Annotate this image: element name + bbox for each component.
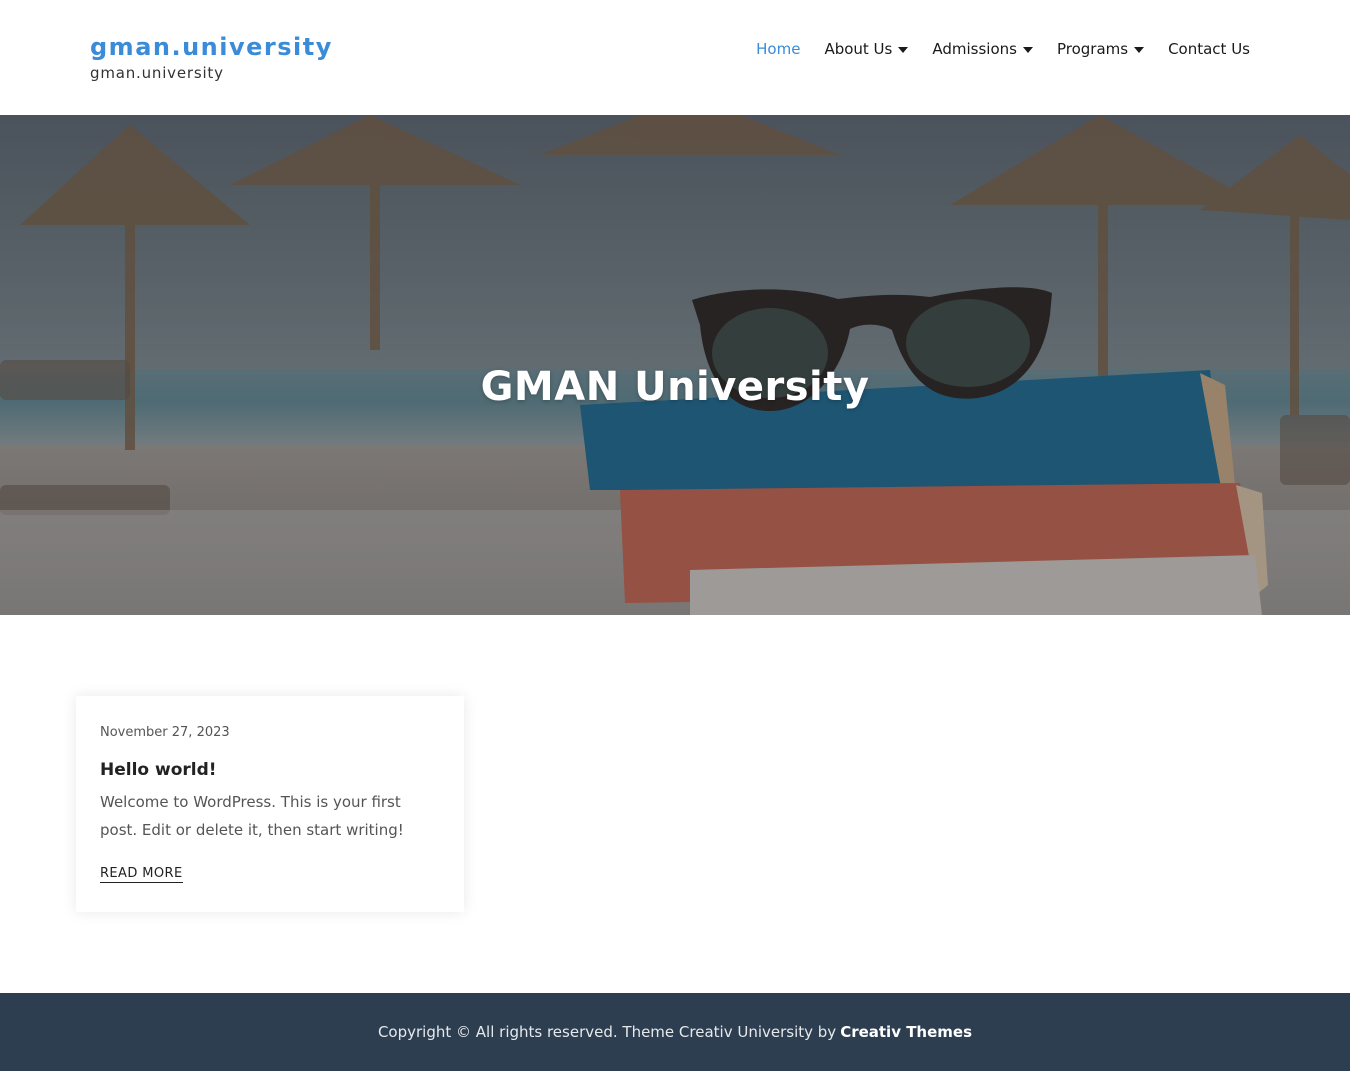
nav-item-admissions[interactable]: Admissions xyxy=(932,38,1033,60)
nav-item-label: Home xyxy=(756,40,801,58)
read-more-link[interactable]: READ MORE xyxy=(100,866,183,883)
post-title[interactable]: Hello world! xyxy=(100,760,440,780)
site-tagline: gman.university xyxy=(90,64,224,82)
primary-nav: Home About Us Admissions Programs Contac… xyxy=(756,38,1250,60)
caret-down-icon xyxy=(898,47,909,53)
site-branding: gman.university gman.university xyxy=(90,32,333,82)
footer-theme-link[interactable]: Creativ Themes xyxy=(840,1023,972,1041)
nav-item-label: Contact Us xyxy=(1168,40,1250,58)
nav-item-label: Programs xyxy=(1056,40,1129,58)
main-content: November 27, 2023 Hello world! Welcome t… xyxy=(0,615,1350,993)
nav-item-home[interactable]: Home xyxy=(756,38,800,60)
post-excerpt: Welcome to WordPress. This is your first… xyxy=(100,793,404,839)
hero-banner: GMAN University xyxy=(0,115,1350,615)
nav-item-label: Admissions xyxy=(932,40,1017,58)
caret-down-icon xyxy=(1134,47,1145,53)
footer-copyright: Copyright © All rights reserved. Theme C… xyxy=(377,1023,837,1041)
nav-item-programs[interactable]: Programs xyxy=(1056,38,1145,60)
nav-item-about-us[interactable]: About Us xyxy=(824,38,909,60)
nav-item-label: About Us xyxy=(824,40,893,58)
nav-item-contact-us[interactable]: Contact Us xyxy=(1168,38,1250,60)
post-date[interactable]: November 27, 2023 xyxy=(100,725,440,740)
post-card: November 27, 2023 Hello world! Welcome t… xyxy=(76,696,464,912)
caret-down-icon xyxy=(1022,47,1033,53)
site-title-link[interactable]: gman.university xyxy=(90,32,333,62)
site-header: gman.university gman.university Home Abo… xyxy=(0,0,1350,115)
hero-title: GMAN University xyxy=(480,363,870,410)
site-footer: Copyright © All rights reserved. Theme C… xyxy=(0,993,1350,1071)
